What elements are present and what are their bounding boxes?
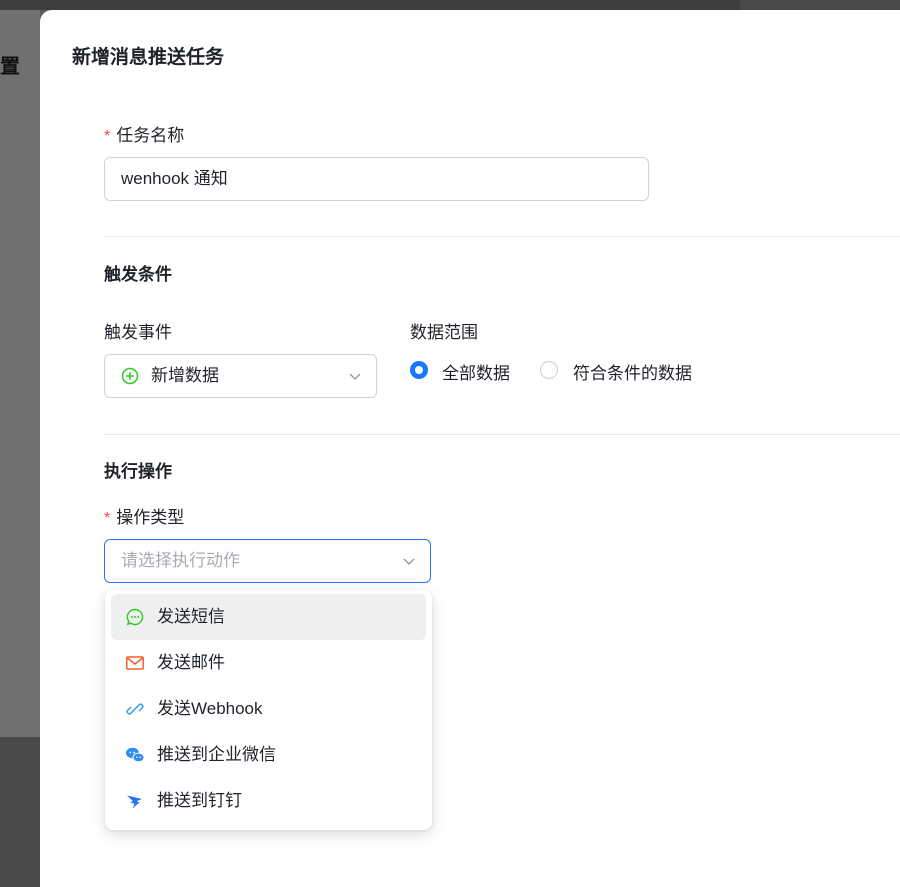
sms-icon bbox=[126, 608, 144, 626]
background-tab-fragment bbox=[740, 0, 900, 10]
option-label: 发送短信 bbox=[157, 607, 225, 626]
task-drawer: 新增消息推送任务 * 任务名称 wenhook 通知 触发条件 触发事件 新增数据… bbox=[40, 10, 900, 887]
section-divider bbox=[104, 236, 900, 237]
task-name-label: * 任务名称 bbox=[104, 126, 185, 145]
data-scope-label: 数据范围 bbox=[410, 323, 478, 342]
wecom-icon bbox=[126, 747, 145, 763]
chevron-down-icon bbox=[349, 373, 361, 380]
option-label: 推送到企业微信 bbox=[157, 745, 276, 764]
radio-all-data-label: 全部数据 bbox=[442, 364, 510, 383]
trigger-event-label: 触发事件 bbox=[104, 323, 172, 342]
required-mark: * bbox=[104, 510, 111, 527]
task-name-input[interactable]: wenhook 通知 bbox=[104, 157, 649, 201]
webhook-icon bbox=[126, 703, 144, 715]
option-label: 发送Webhook bbox=[157, 699, 263, 718]
radio-filtered-data[interactable] bbox=[540, 361, 558, 379]
action-type-label: * 操作类型 bbox=[104, 508, 185, 527]
mail-icon bbox=[126, 656, 144, 670]
section-divider bbox=[104, 434, 900, 435]
trigger-event-value: 新增数据 bbox=[151, 366, 219, 385]
trigger-section-title: 触发条件 bbox=[104, 265, 172, 284]
action-type-placeholder: 请选择执行动作 bbox=[121, 551, 240, 570]
plus-circle-icon bbox=[121, 367, 139, 385]
option-push-dingtalk[interactable]: 推送到钉钉 bbox=[111, 778, 426, 824]
option-send-mail[interactable]: 发送邮件 bbox=[111, 640, 426, 686]
action-section-title: 执行操作 bbox=[104, 462, 172, 481]
radio-filtered-data-label: 符合条件的数据 bbox=[573, 364, 692, 383]
option-send-webhook[interactable]: 发送Webhook bbox=[111, 686, 426, 732]
option-send-sms[interactable]: 发送短信 bbox=[111, 594, 426, 640]
drawer-title: 新增消息推送任务 bbox=[72, 47, 225, 68]
background-page-lower bbox=[0, 737, 40, 887]
option-label: 发送邮件 bbox=[157, 653, 225, 672]
radio-all-data[interactable] bbox=[410, 361, 428, 379]
option-push-wecom[interactable]: 推送到企业微信 bbox=[111, 732, 426, 778]
background-heading-fragment: 置 bbox=[0, 56, 20, 78]
action-type-dropdown: 发送短信 发送邮件 发送Webhook 推送到企业微信 推送到钉钉 bbox=[105, 590, 432, 830]
dingtalk-icon bbox=[127, 795, 142, 809]
trigger-event-select[interactable]: 新增数据 bbox=[104, 354, 377, 398]
background-page: 置 bbox=[0, 10, 40, 737]
required-mark: * bbox=[104, 128, 111, 145]
action-type-select[interactable]: 请选择执行动作 bbox=[104, 539, 431, 583]
chevron-down-icon bbox=[403, 558, 415, 565]
option-label: 推送到钉钉 bbox=[157, 791, 242, 810]
